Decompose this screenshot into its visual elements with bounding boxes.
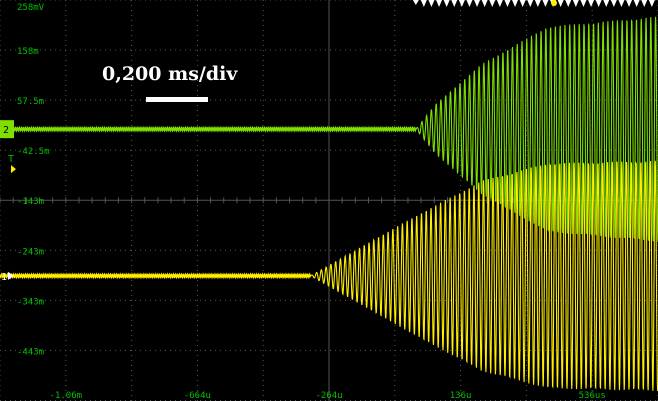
y-tick-label: 158m xyxy=(17,47,39,57)
cursor-marker-dot[interactable] xyxy=(551,0,558,6)
y-tick-label: -143m xyxy=(17,197,44,207)
y-tick-label: 57.5m xyxy=(17,97,44,107)
x-tick-label: 536us xyxy=(579,391,606,401)
oscilloscope-display: 258mV 158m 57.5m -42.5m -143m -243m -343m -443m… xyxy=(0,0,658,401)
timebase-annotation: 0,200 ms/div xyxy=(102,63,238,85)
channel-2-label: 2 xyxy=(3,125,9,136)
channel-1-label: 1 xyxy=(1,272,7,283)
x-tick-label: -1.06m xyxy=(50,391,83,401)
y-tick-label: -42.5m xyxy=(17,147,50,157)
timebase-scale-bar xyxy=(146,97,208,102)
y-tick-label: 258mV xyxy=(17,3,45,13)
x-tick-label: -664u xyxy=(184,391,211,401)
y-tick-label: -243m xyxy=(17,247,44,257)
y-tick-label: -443m xyxy=(17,347,44,357)
x-tick-label: 136u xyxy=(450,391,472,401)
trigger-label: T xyxy=(8,154,14,165)
y-tick-label: -343m xyxy=(17,297,44,307)
x-tick-label: -264u xyxy=(315,391,342,401)
